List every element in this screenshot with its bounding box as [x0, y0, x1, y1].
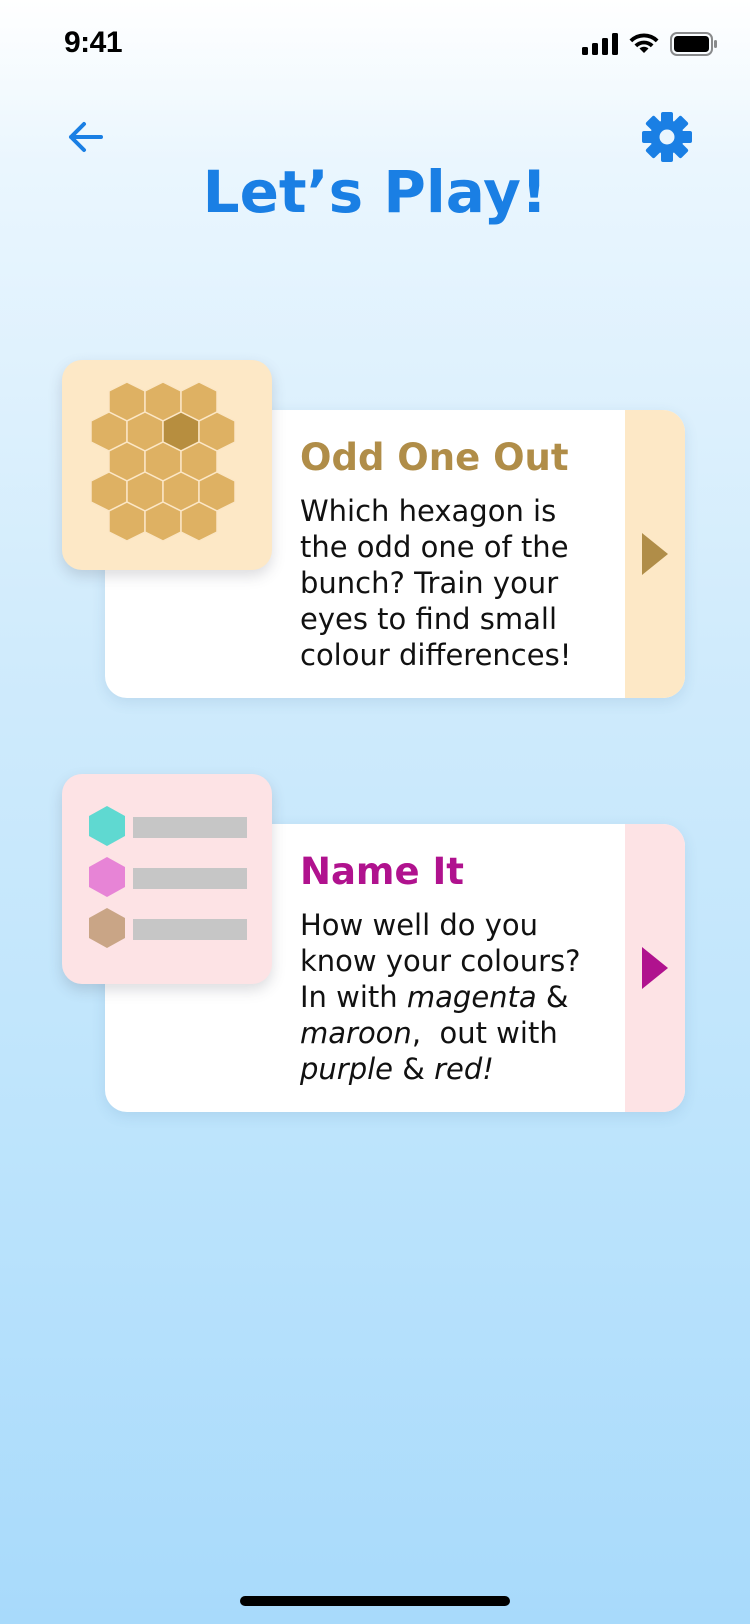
home-indicator[interactable]	[240, 1596, 510, 1606]
description-line: colour differences!	[300, 638, 572, 672]
description-line: the odd one of the	[300, 530, 569, 564]
description-text: &	[393, 1052, 435, 1086]
description-line: purple & red!	[300, 1051, 600, 1087]
description-text: In with	[300, 980, 407, 1014]
description-text: &	[536, 980, 569, 1014]
colour-word: red!	[434, 1052, 494, 1086]
arrow-left-icon	[69, 122, 103, 152]
settings-button[interactable]	[638, 108, 696, 166]
description-line: bunch? Train your	[300, 566, 559, 600]
wifi-icon	[629, 33, 659, 53]
description-line: Which hexagon is	[300, 494, 557, 528]
odd-one-out-thumbnail	[62, 360, 272, 570]
gear-icon	[642, 112, 692, 162]
description-line: maroon, out with	[300, 1015, 600, 1051]
card-title: Odd One Out	[300, 436, 569, 479]
description-text: , out with	[411, 1016, 558, 1050]
hexagon-grid-icon	[90, 381, 236, 542]
status-time: 9:41	[64, 26, 123, 59]
description-line: In with magenta &	[300, 979, 600, 1015]
status-icons	[582, 32, 718, 56]
card-description: How well do you know your colours? In wi…	[300, 907, 600, 1087]
status-bar: 9:41	[0, 0, 750, 90]
name-it-thumbnail	[62, 774, 272, 984]
colour-word: maroon	[300, 1016, 412, 1050]
description-line: How well do you	[300, 908, 539, 942]
battery-icon	[670, 32, 717, 56]
card-title: Name It	[300, 850, 464, 893]
colour-word: magenta	[406, 980, 537, 1014]
colour-word: purple	[300, 1052, 394, 1086]
cellular-signal-icon	[582, 33, 618, 55]
play-triangle-icon	[642, 533, 668, 575]
card-text: Name It How well do you know your colour…	[300, 846, 600, 1087]
colour-list-icon	[89, 806, 247, 948]
card-description: Which hexagon is the odd one of the bunc…	[300, 493, 600, 673]
description-line: know your colours?	[300, 944, 581, 978]
page-title: Let’s Play!	[202, 158, 548, 226]
play-button-odd-one-out[interactable]	[625, 410, 685, 698]
play-triangle-icon	[642, 947, 668, 989]
description-line: eyes to find small	[300, 602, 558, 636]
back-button[interactable]	[60, 112, 110, 162]
play-button-name-it[interactable]	[625, 824, 685, 1112]
card-text: Odd One Out Which hexagon is the odd one…	[300, 432, 600, 673]
